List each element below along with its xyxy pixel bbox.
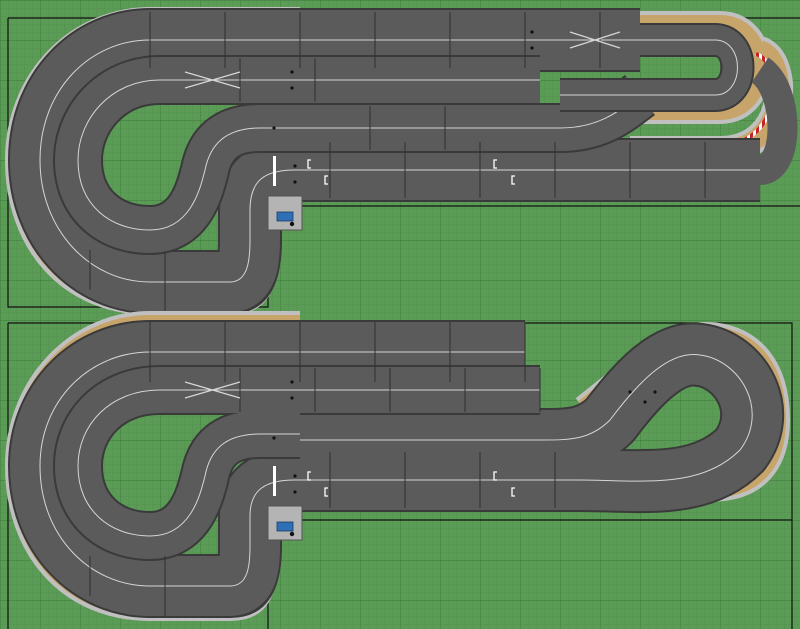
start-finish-line-bottom	[273, 466, 276, 496]
track-planner-canvas	[0, 0, 800, 629]
control-unit-bottom-icon[interactable]	[267, 505, 303, 541]
track-plan-drawing	[0, 0, 800, 629]
control-unit-icon[interactable]	[267, 195, 303, 231]
start-finish-line-icon	[273, 156, 276, 186]
